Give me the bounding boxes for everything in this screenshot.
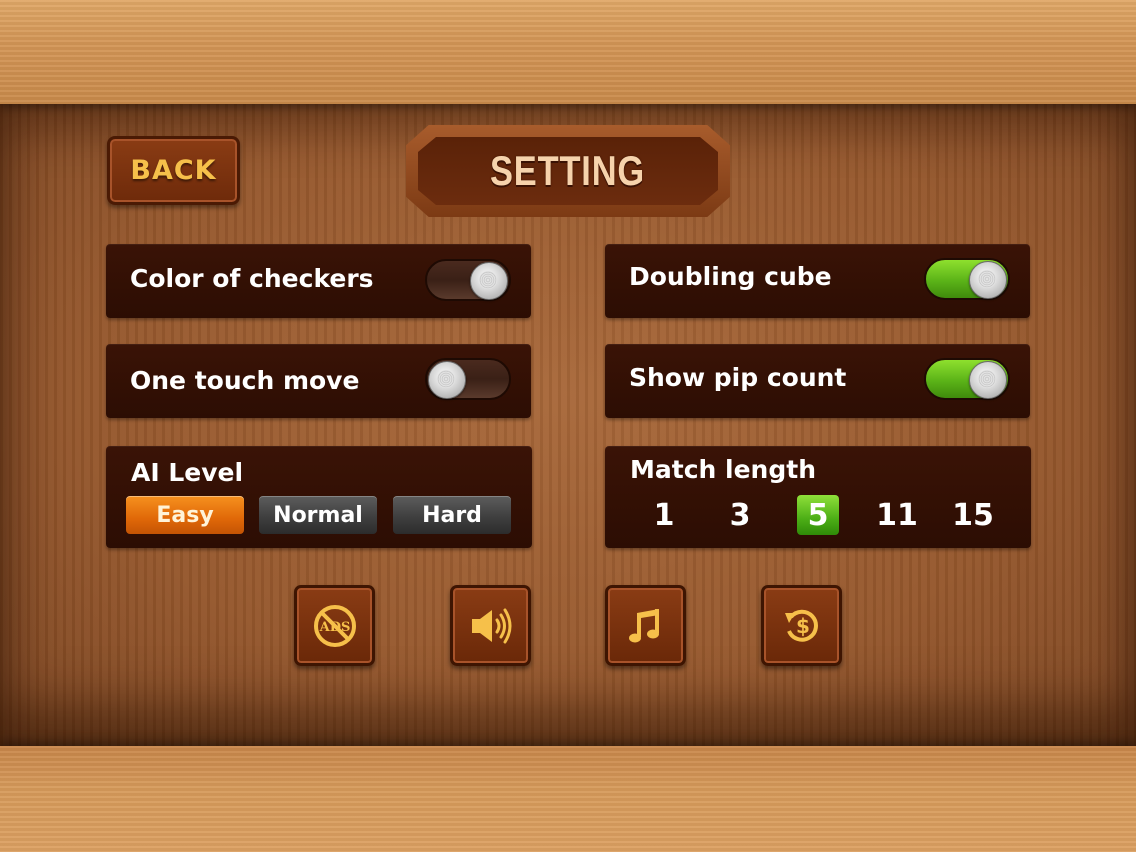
match-length-option-3[interactable]: 3 (720, 495, 760, 535)
title-plate-inner: SETTING (418, 137, 718, 205)
back-button[interactable]: BACK (107, 136, 240, 205)
toggle-knob (969, 261, 1007, 299)
match-length-option-5[interactable]: 5 (797, 495, 839, 535)
ai-level-easy-button[interactable]: Easy (126, 496, 244, 534)
doubling-cube-label: Doubling cube (629, 262, 832, 291)
color-of-checkers-toggle[interactable] (425, 259, 511, 301)
music-icon (628, 608, 659, 642)
page-title: SETTING (490, 147, 646, 194)
sound-button[interactable] (450, 585, 531, 666)
wood-frame-top (0, 0, 1136, 104)
doubling-cube-row: Doubling cube (605, 244, 1030, 318)
ai-level-label: AI Level (131, 458, 244, 487)
toggle-knob (969, 361, 1007, 399)
toggle-knob (470, 262, 508, 300)
doubling-cube-toggle[interactable] (924, 258, 1010, 300)
color-of-checkers-row: Color of checkers (106, 244, 531, 318)
match-length-option-1[interactable]: 1 (644, 495, 684, 535)
no-ads-icon: ADS (313, 604, 356, 647)
one-touch-move-row: One touch move (106, 344, 531, 418)
one-touch-move-label: One touch move (130, 366, 360, 395)
show-pip-count-row: Show pip count (605, 344, 1030, 418)
back-button-label: BACK (130, 155, 217, 186)
color-of-checkers-label: Color of checkers (130, 264, 374, 293)
restore-purchase-icon: $ (784, 609, 818, 642)
show-pip-count-toggle[interactable] (924, 358, 1010, 400)
music-button[interactable] (605, 585, 686, 666)
match-length-option-15[interactable]: 15 (948, 495, 998, 535)
match-length-option-11[interactable]: 11 (872, 495, 922, 535)
toggle-knob (428, 361, 466, 399)
ai-level-normal-button[interactable]: Normal (259, 496, 377, 534)
wood-frame-bottom (0, 746, 1136, 852)
show-pip-count-label: Show pip count (629, 363, 847, 392)
svg-text:$: $ (796, 614, 810, 638)
remove-ads-button[interactable]: ADS (294, 585, 375, 666)
match-length-label: Match length (630, 455, 816, 484)
ai-level-hard-button[interactable]: Hard (393, 496, 511, 534)
one-touch-move-toggle[interactable] (425, 358, 511, 400)
restore-purchase-button[interactable]: $ (761, 585, 842, 666)
sound-icon (471, 608, 511, 643)
